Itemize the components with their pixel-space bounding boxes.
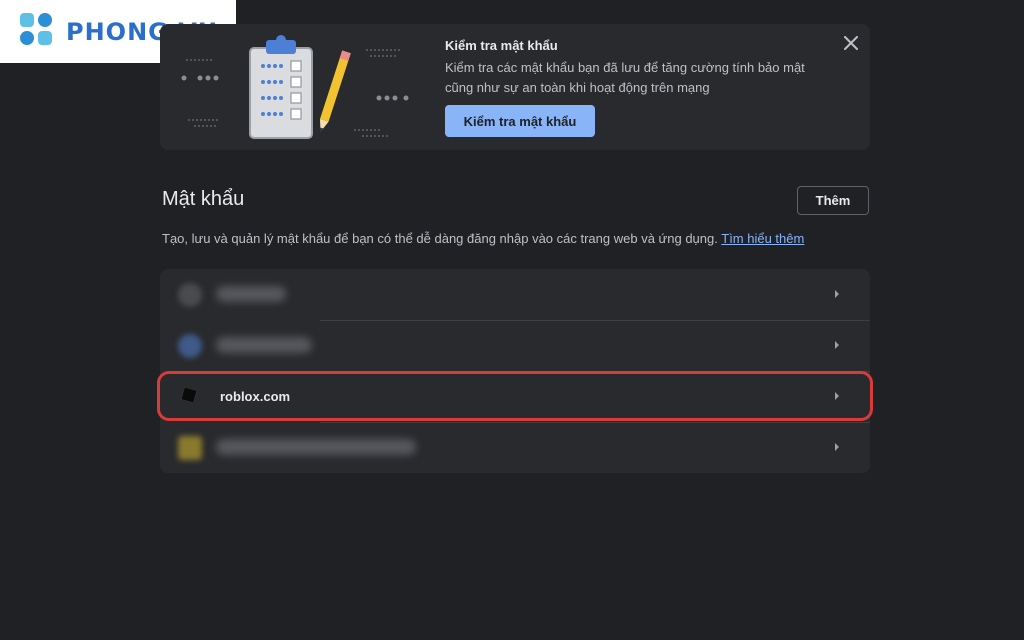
section-description: Tạo, lưu và quản lý mật khẩu để bạn có t… bbox=[162, 231, 804, 246]
chevron-right-icon bbox=[835, 341, 839, 349]
learn-more-link[interactable]: Tìm hiểu thêm bbox=[721, 231, 804, 246]
check-passwords-button[interactable]: Kiểm tra mật khẩu bbox=[445, 105, 595, 137]
site-favicon-icon bbox=[178, 436, 202, 460]
section-title: Mật khẩu bbox=[162, 188, 245, 210]
password-row-roblox[interactable]: roblox.com bbox=[160, 371, 870, 422]
blurred-site-name bbox=[216, 439, 416, 455]
password-row[interactable] bbox=[160, 320, 870, 371]
blurred-site-name bbox=[216, 337, 312, 353]
section-description-text: Tạo, lưu và quản lý mật khẩu để bạn có t… bbox=[162, 231, 718, 246]
blurred-site-name bbox=[216, 286, 286, 302]
password-checkup-banner: Kiểm tra mật khẩu Kiểm tra các mật khẩu … bbox=[160, 24, 870, 150]
site-favicon-icon bbox=[178, 283, 202, 307]
banner-description: Kiểm tra các mật khẩu bạn đã lưu để tăng… bbox=[445, 60, 805, 95]
brand-logo-icon bbox=[20, 12, 58, 51]
close-icon[interactable] bbox=[840, 32, 862, 54]
chevron-right-icon bbox=[835, 443, 839, 451]
site-favicon-icon bbox=[178, 334, 202, 358]
roblox-favicon-icon bbox=[180, 386, 198, 404]
site-name: roblox.com bbox=[220, 389, 291, 404]
chevron-right-icon bbox=[835, 392, 839, 400]
add-password-button[interactable]: Thêm bbox=[797, 186, 869, 215]
password-manager-page: PHONG VU Kiểm tra mật khẩu Kiểm tra các … bbox=[0, 0, 1024, 640]
password-list: roblox.com bbox=[160, 269, 870, 473]
password-row[interactable] bbox=[160, 422, 870, 473]
clipboard-illustration-icon bbox=[181, 35, 409, 139]
chevron-right-icon bbox=[835, 290, 839, 298]
banner-title: Kiểm tra mật khẩu bbox=[445, 38, 558, 53]
password-row[interactable] bbox=[160, 269, 870, 320]
